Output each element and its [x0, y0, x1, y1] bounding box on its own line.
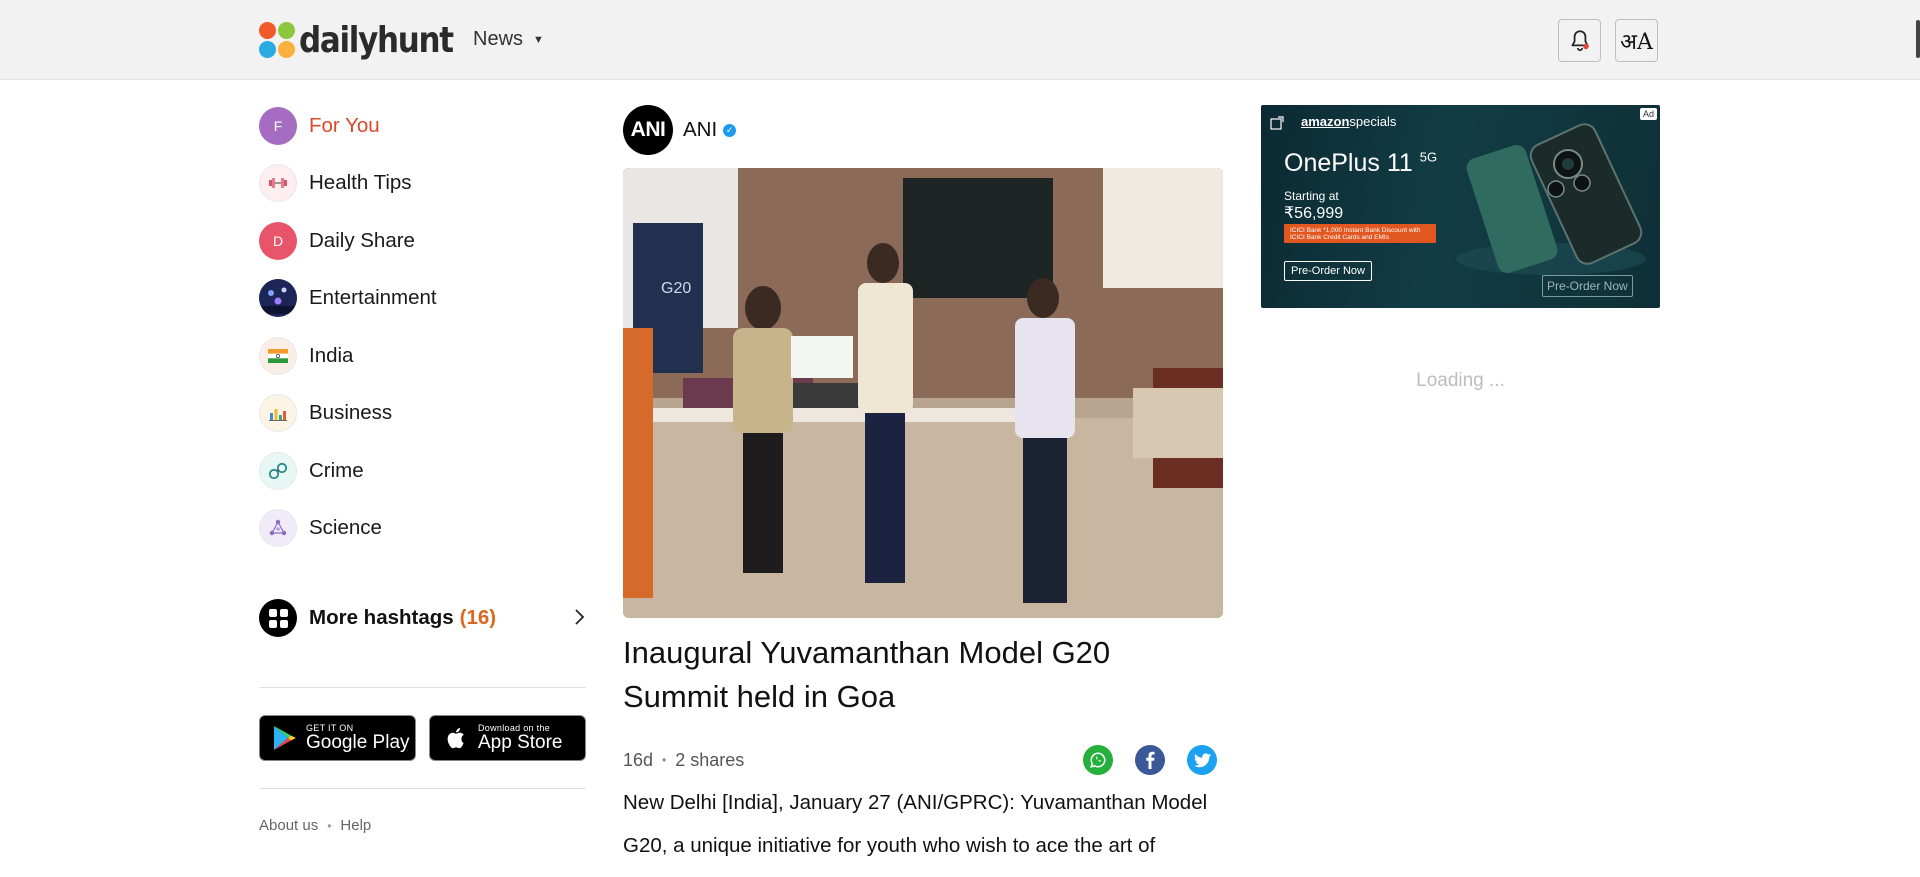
sidebar-item-label: India: [309, 343, 354, 367]
whatsapp-share-button[interactable]: [1083, 745, 1113, 775]
facebook-icon: [1146, 751, 1155, 769]
language-button[interactable]: अA: [1615, 19, 1658, 62]
article-age: 16d: [623, 749, 654, 770]
ad-bank-offer: ICICI Bank *1,000 Instant Bank Discount …: [1284, 224, 1436, 243]
bell-icon: [1571, 29, 1589, 51]
ad-brand-prefix: amazon: [1301, 114, 1350, 129]
twitter-icon: [1193, 752, 1211, 767]
footer-links: About us • Help: [259, 817, 371, 834]
share-icons: [1061, 745, 1217, 775]
google-play-icon: [274, 726, 296, 750]
letter-avatar-icon: F: [259, 106, 297, 145]
more-hashtags-count: (16): [459, 606, 497, 629]
separator-dot: •: [662, 753, 667, 767]
twitter-share-button[interactable]: [1187, 745, 1217, 775]
google-play-big-text: Google Play: [306, 732, 410, 753]
letter-avatar-icon: D: [259, 221, 297, 260]
verified-badge-icon: ✓: [723, 123, 737, 137]
divider: [259, 788, 586, 789]
app-store-badge[interactable]: Download on the App Store: [429, 715, 586, 761]
google-play-badge[interactable]: GET IT ON Google Play: [259, 715, 416, 761]
article-shares: 2 shares: [675, 749, 745, 770]
ad-brand-suffix: specials: [1349, 114, 1397, 129]
source-name[interactable]: ANI: [683, 118, 717, 142]
logo-mark-icon: [259, 22, 295, 58]
whatsapp-icon: [1090, 752, 1106, 768]
sidebar-item-daily-share[interactable]: D Daily Share: [259, 212, 586, 270]
chevron-right-icon: [574, 608, 586, 632]
sidebar-item-business[interactable]: Business: [259, 385, 586, 443]
about-us-link[interactable]: About us: [259, 817, 318, 834]
ad-price: ₹56,999: [1284, 205, 1344, 222]
article-card: ANI ANI ✓ G20 Inaugural Yuvamanthan Mode…: [623, 105, 1223, 857]
ad-title: OnePlus 11 5G: [1284, 149, 1437, 178]
concert-icon: [259, 279, 297, 318]
ad-choices-icon: [1270, 116, 1284, 130]
article-headline[interactable]: Inaugural Yuvamanthan Model G20 Summit h…: [623, 631, 1223, 719]
notification-button[interactable]: [1558, 19, 1601, 62]
source-logo: ANI: [623, 105, 673, 155]
sidebar-item-label: Crime: [309, 458, 364, 482]
sidebar-item-label: Daily Share: [309, 228, 415, 252]
top-header: dailyhunt News ▼ अA: [0, 0, 1920, 80]
ad-preorder-ghost-button: Pre-Order Now: [1542, 275, 1633, 297]
sidebar-item-label: Business: [309, 401, 393, 425]
handcuffs-icon: [259, 451, 297, 490]
category-sidebar: F For You Health Tips D Daily Share Entertain…: [259, 97, 586, 834]
ad-preorder-button[interactable]: Pre-Order Now: [1284, 261, 1372, 281]
logo-text: dailyhunt: [299, 19, 454, 61]
grid-icon: [259, 599, 297, 637]
sidebar-item-india[interactable]: India: [259, 327, 586, 385]
help-link[interactable]: Help: [340, 817, 371, 834]
sidebar-item-crime[interactable]: Crime: [259, 442, 586, 500]
ad-title-sup: 5G: [1419, 149, 1438, 165]
svg-text:G20: G20: [661, 280, 691, 297]
advertisement-banner[interactable]: Ad amazonspecials OnePlus 11 5G Starting…: [1261, 105, 1660, 308]
molecule-icon: [259, 509, 297, 548]
sidebar-item-science[interactable]: Science: [259, 500, 586, 558]
source-row[interactable]: ANI ANI ✓: [623, 105, 1223, 155]
ad-starting-at: Starting at: [1284, 189, 1339, 203]
sidebar-item-for-you[interactable]: F For You: [259, 97, 586, 155]
phone-image: [1456, 123, 1646, 275]
scrollbar-thumb[interactable]: [1916, 20, 1920, 58]
dailyhunt-logo[interactable]: dailyhunt: [259, 17, 478, 63]
sidebar-item-label: Health Tips: [309, 171, 412, 195]
sidebar-item-label: Science: [309, 516, 382, 540]
news-dropdown-label: News: [473, 28, 524, 50]
more-hashtags-button[interactable]: More hashtags (16): [259, 597, 586, 639]
divider: [259, 687, 586, 688]
ad-brand: amazonspecials: [1301, 114, 1396, 129]
more-hashtags-label: More hashtags: [309, 606, 454, 629]
apple-icon: [447, 728, 464, 749]
facebook-share-button[interactable]: [1135, 745, 1165, 775]
ad-title-text: OnePlus 11: [1284, 149, 1413, 177]
sidebar-item-entertainment[interactable]: Entertainment: [259, 270, 586, 328]
app-store-big-text: App Store: [478, 732, 563, 753]
article-meta: 16d • 2 shares: [623, 743, 1223, 777]
article-body: New Delhi [India], January 27 (ANI/GPRC)…: [623, 791, 1208, 857]
news-dropdown[interactable]: News ▼: [473, 28, 544, 51]
loading-text: Loading ...: [1416, 370, 1505, 391]
caret-down-icon: ▼: [533, 33, 544, 46]
india-flag-icon: [259, 336, 297, 375]
dumbbell-icon: [259, 164, 297, 203]
sidebar-item-label: Entertainment: [309, 286, 437, 310]
sidebar-item-health-tips[interactable]: Health Tips: [259, 155, 586, 213]
separator-dot: •: [327, 818, 332, 833]
article-image[interactable]: G20: [623, 168, 1223, 618]
article-photo: G20: [623, 168, 1223, 618]
sidebar-item-label: For You: [309, 113, 380, 137]
category-list: F For You Health Tips D Daily Share Entertain…: [259, 97, 586, 557]
bar-chart-icon: [259, 394, 297, 433]
language-icon: अA: [1620, 29, 1653, 55]
